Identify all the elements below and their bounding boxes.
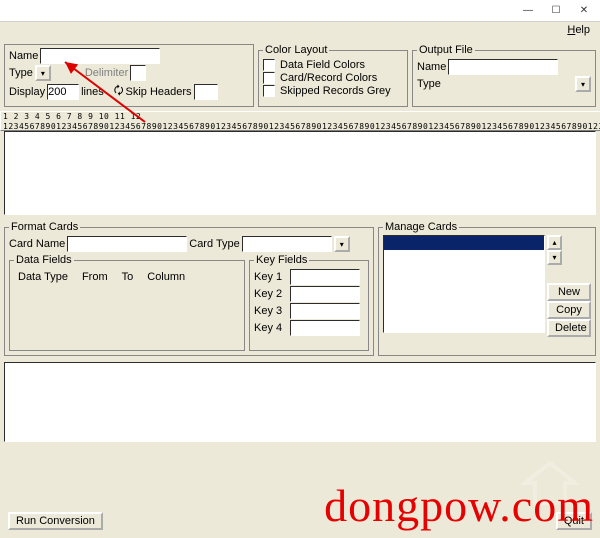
data-type-header: Data Type <box>18 271 68 283</box>
manage-cards-legend: Manage Cards <box>383 221 459 233</box>
format-cards-group: Format Cards Card Name Card Type ▾ Data … <box>4 221 374 356</box>
color-layout-group: Color Layout Data Field Colors Card/Reco… <box>258 44 408 107</box>
format-cards-legend: Format Cards <box>9 221 80 233</box>
card-name-input[interactable] <box>67 236 187 252</box>
data-fields-legend: Data Fields <box>14 254 74 266</box>
key4-input[interactable] <box>290 320 360 336</box>
display-label: Display <box>9 86 45 98</box>
key-fields-legend: Key Fields <box>254 254 309 266</box>
minimize-button[interactable]: — <box>514 2 542 20</box>
card-record-colors-label: Card/Record Colors <box>280 72 377 84</box>
watermark-icon <box>520 458 580 508</box>
color-layout-legend: Color Layout <box>263 44 329 56</box>
key1-input[interactable] <box>290 269 360 285</box>
skipped-records-label: Skipped Records Grey <box>280 85 391 97</box>
output-type-dropdown[interactable]: ▾ <box>575 76 591 92</box>
data-field-colors-check[interactable] <box>263 59 275 71</box>
skipped-records-check[interactable] <box>263 85 275 97</box>
scroll-up-icon[interactable]: ▴ <box>547 235 562 250</box>
titlebar: — ☐ ✕ <box>0 0 600 22</box>
key4-label: Key 4 <box>254 322 288 334</box>
output-file-group: Output File Name Type ▾ <box>412 44 596 107</box>
log-view[interactable] <box>4 362 596 442</box>
key2-label: Key 2 <box>254 288 288 300</box>
output-name-label: Name <box>417 61 446 73</box>
type-label: Type <box>9 67 33 79</box>
delimiter-label: Delimiter <box>85 67 128 79</box>
lines-label: lines <box>81 86 104 98</box>
display-lines-input[interactable] <box>47 84 79 100</box>
input-file-group: Name Type ▾ Delimiter Display lines 🗘 Sk… <box>4 44 254 107</box>
run-conversion-button[interactable]: Run Conversion <box>8 512 103 530</box>
ruler-ticks: 1234567890123456789012345678901234567890… <box>3 122 600 131</box>
key-fields-group: Key Fields Key 1 Key 2 Key 3 Key 4 <box>249 254 369 351</box>
name-label: Name <box>9 50 38 62</box>
output-type-label: Type <box>417 78 441 90</box>
skip-headers-label: Skip Headers <box>126 86 192 98</box>
type-dropdown[interactable]: ▾ <box>35 65 51 81</box>
maximize-button[interactable]: ☐ <box>542 2 570 20</box>
ruler-nums: 1 2 3 4 5 6 7 8 9 10 11 12 <box>3 112 600 122</box>
key1-label: Key 1 <box>254 271 288 283</box>
delete-button[interactable]: Delete <box>547 319 591 337</box>
card-record-colors-check[interactable] <box>263 72 275 84</box>
skip-headers-input[interactable] <box>194 84 218 100</box>
to-header: To <box>122 271 134 283</box>
refresh-icon[interactable]: 🗘 <box>114 82 124 101</box>
manage-cards-list[interactable] <box>383 235 545 333</box>
output-name-input[interactable] <box>448 59 558 75</box>
card-name-label: Card Name <box>9 238 65 250</box>
name-input[interactable] <box>40 48 160 64</box>
copy-button[interactable]: Copy <box>547 301 591 319</box>
quit-button[interactable]: Quit <box>556 512 592 530</box>
close-button[interactable]: ✕ <box>570 2 598 20</box>
delimiter-input[interactable] <box>130 65 146 81</box>
data-view[interactable] <box>4 131 596 215</box>
output-file-legend: Output File <box>417 44 475 56</box>
manage-cards-group: Manage Cards ▴ ▾ New Copy Delete <box>378 221 596 356</box>
new-button[interactable]: New <box>547 283 591 301</box>
scroll-down-icon[interactable]: ▾ <box>547 250 562 265</box>
column-header: Column <box>147 271 185 283</box>
card-type-label: Card Type <box>189 238 240 250</box>
key3-label: Key 3 <box>254 305 288 317</box>
from-header: From <box>82 271 108 283</box>
menubar: Help <box>0 22 600 40</box>
data-fields-group: Data Fields Data Type From To Column <box>9 254 245 351</box>
card-type-input[interactable] <box>242 236 332 252</box>
key3-input[interactable] <box>290 303 360 319</box>
key2-input[interactable] <box>290 286 360 302</box>
selected-card[interactable] <box>384 236 544 250</box>
data-field-colors-label: Data Field Colors <box>280 59 365 71</box>
card-type-dropdown[interactable]: ▾ <box>334 236 350 252</box>
ruler: 1 2 3 4 5 6 7 8 9 10 11 12 1234567890123… <box>0 111 600 131</box>
help-menu[interactable]: Help <box>561 22 596 40</box>
